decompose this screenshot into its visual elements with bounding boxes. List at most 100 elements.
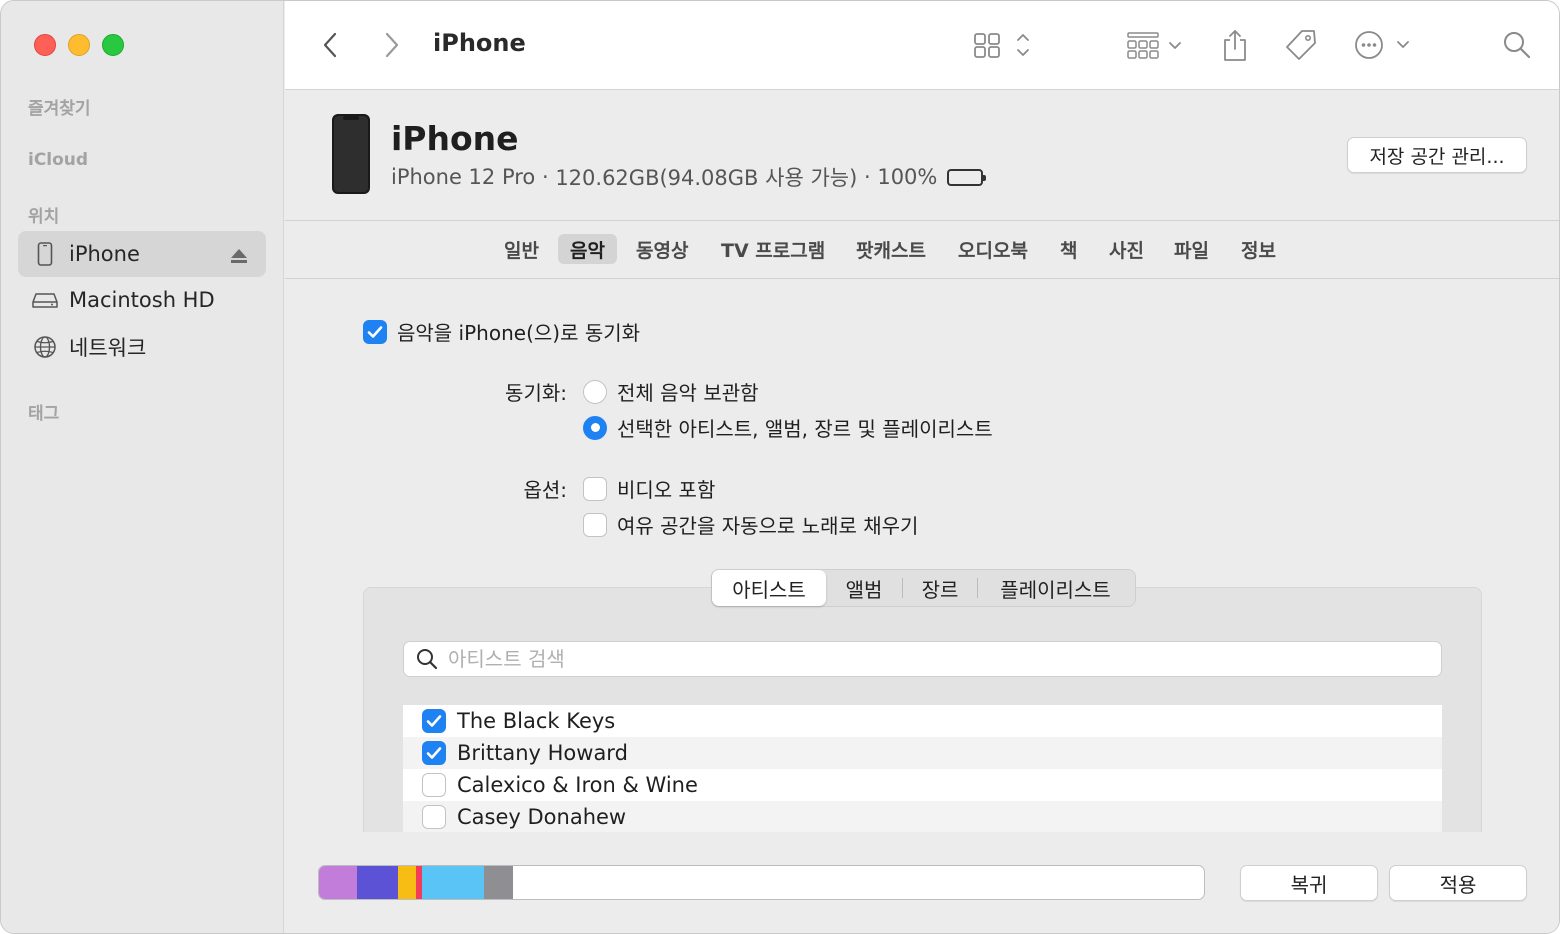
- option-include-videos[interactable]: 비디오 포함: [583, 474, 715, 503]
- segment-albums[interactable]: 앨범: [826, 570, 902, 606]
- battery-icon: [947, 168, 987, 186]
- window-title: iPhone: [433, 29, 526, 57]
- artist-row[interactable]: Brittany Howard: [403, 737, 1442, 769]
- tab-books[interactable]: 책: [1048, 234, 1089, 264]
- bottom-bar: 복귀 적용: [285, 832, 1559, 933]
- chevron-right-icon: [385, 32, 399, 58]
- sidebar-section-favorites[interactable]: 즐겨찾기: [28, 94, 91, 119]
- sync-option-entire-library[interactable]: 전체 음악 보관함: [583, 377, 759, 406]
- artist-checkbox[interactable]: [422, 805, 446, 829]
- tab-photos[interactable]: 사진: [1097, 234, 1156, 264]
- hard-drive-icon: [32, 287, 58, 313]
- toolbar: iPhone: [285, 1, 1559, 90]
- tab-podcasts[interactable]: 팟캐스트: [844, 234, 938, 264]
- share-button[interactable]: [1219, 23, 1251, 67]
- device-tabs: 일반 음악 동영상 TV 프로그램 팟캐스트 오디오북 책 사진 파일 정보: [285, 222, 1559, 279]
- segment-genres[interactable]: 장르: [903, 570, 977, 606]
- option-label: 여유 공간을 자동으로 노래로 채우기: [617, 514, 919, 538]
- sidebar-item-iphone[interactable]: iPhone: [18, 231, 266, 277]
- eject-icon[interactable]: [230, 245, 248, 269]
- artist-row[interactable]: Casey Donahew: [403, 801, 1442, 832]
- group-button[interactable]: [1125, 23, 1189, 67]
- sync-field-label: 동기화:: [505, 381, 567, 405]
- apply-button[interactable]: 적용: [1389, 865, 1527, 901]
- autofill-checkbox[interactable]: [583, 512, 607, 537]
- sidebar-item-macintosh-hd[interactable]: Macintosh HD: [18, 277, 266, 323]
- tab-general[interactable]: 일반: [492, 234, 551, 264]
- device-header: iPhone iPhone 12 Pro · 120.62GB(94.08GB …: [285, 91, 1559, 221]
- finder-window: 즐겨찾기 iCloud 위치 iPhone Macintosh HD 네트워크 …: [0, 0, 1560, 934]
- artist-list: The Black Keys Brittany Howard Calexico …: [403, 705, 1442, 832]
- storage-segment: [357, 866, 398, 899]
- revert-button[interactable]: 복귀: [1240, 865, 1378, 901]
- minimize-window-button[interactable]: [68, 34, 90, 56]
- artist-row[interactable]: Calexico & Iron & Wine: [403, 769, 1442, 801]
- view-mode-button[interactable]: [971, 23, 1037, 67]
- device-content: iPhone iPhone 12 Pro · 120.62GB(94.08GB …: [285, 91, 1559, 933]
- sidebar-section-icloud[interactable]: iCloud: [28, 150, 88, 170]
- segment-playlists[interactable]: 플레이리스트: [978, 570, 1133, 606]
- artist-search-field[interactable]: [403, 641, 1442, 677]
- device-name: iPhone: [391, 119, 519, 158]
- tab-music[interactable]: 음악: [558, 234, 617, 264]
- back-button[interactable]: [315, 23, 345, 67]
- artist-search-input[interactable]: [448, 647, 1348, 671]
- artist-name: Calexico & Iron & Wine: [457, 773, 698, 797]
- close-window-button[interactable]: [34, 34, 56, 56]
- segmented-control: 아티스트 앨범 장르 플레이리스트: [711, 569, 1136, 607]
- tag-button[interactable]: [1281, 23, 1321, 67]
- sidebar-item-label: iPhone: [69, 242, 140, 266]
- sidebar-section-locations[interactable]: 위치: [28, 202, 59, 227]
- tab-files[interactable]: 파일: [1162, 234, 1221, 264]
- info-separator: ·: [857, 165, 878, 189]
- tab-audiobooks[interactable]: 오디오북: [946, 234, 1040, 264]
- artist-checkbox[interactable]: [422, 773, 446, 797]
- checkmark-icon: [367, 325, 383, 338]
- artist-row[interactable]: The Black Keys: [403, 705, 1442, 737]
- sync-option-selected[interactable]: 선택한 아티스트, 앨범, 장르 및 플레이리스트: [583, 413, 993, 442]
- artist-checkbox[interactable]: [422, 709, 446, 733]
- storage-segment: [421, 866, 485, 899]
- sidebar-section-tags[interactable]: 태그: [28, 399, 59, 424]
- tab-movies[interactable]: 동영상: [624, 234, 700, 264]
- zoom-window-button[interactable]: [102, 34, 124, 56]
- options-field-label: 옵션:: [523, 478, 567, 502]
- info-separator: ·: [535, 165, 556, 189]
- checkmark-icon: [426, 715, 442, 727]
- sync-music-row[interactable]: 음악을 iPhone(으)로 동기화: [363, 317, 640, 346]
- storage-capacity-bar: [318, 865, 1205, 900]
- storage-segment: [319, 866, 358, 899]
- radio-entire-library[interactable]: [583, 379, 607, 404]
- device-capacity: 120.62GB(94.08GB 사용 가능): [555, 166, 858, 190]
- search-icon: [417, 649, 438, 670]
- share-icon: [1224, 30, 1246, 61]
- sidebar-item-network[interactable]: 네트워크: [18, 324, 266, 370]
- option-autofill[interactable]: 여유 공간을 자동으로 노래로 채우기: [583, 510, 918, 539]
- artist-name: Brittany Howard: [457, 741, 628, 765]
- iphone-icon: [32, 241, 58, 267]
- tab-info[interactable]: 정보: [1229, 234, 1288, 264]
- ellipsis-circle-icon: [1355, 31, 1409, 59]
- artist-checkbox[interactable]: [422, 741, 446, 765]
- device-info: iPhone 12 Pro · 120.62GB(94.08GB 사용 가능) …: [391, 162, 987, 192]
- network-globe-icon: [32, 334, 58, 360]
- forward-button[interactable]: [377, 23, 407, 67]
- search-icon: [1504, 32, 1531, 59]
- chevron-left-icon: [323, 32, 337, 58]
- include-videos-checkbox[interactable]: [583, 476, 607, 501]
- sidebar-item-label: 네트워크: [69, 336, 147, 360]
- search-button[interactable]: [1499, 23, 1535, 67]
- artist-name: The Black Keys: [457, 709, 616, 733]
- group-icon: [1127, 32, 1181, 59]
- radio-selected-items[interactable]: [583, 415, 607, 440]
- iphone-device-icon: [332, 114, 370, 194]
- segment-artists[interactable]: 아티스트: [712, 570, 826, 606]
- checkmark-icon: [426, 747, 442, 759]
- device-model: iPhone 12 Pro: [391, 165, 536, 189]
- sync-music-checkbox[interactable]: [363, 319, 387, 344]
- artist-name: Casey Donahew: [457, 805, 627, 829]
- manage-storage-button[interactable]: 저장 공간 관리...: [1347, 137, 1527, 173]
- tab-tv-shows[interactable]: TV 프로그램: [709, 234, 837, 264]
- sync-music-label: 음악을 iPhone(으)로 동기화: [397, 321, 641, 345]
- more-actions-button[interactable]: [1353, 23, 1413, 67]
